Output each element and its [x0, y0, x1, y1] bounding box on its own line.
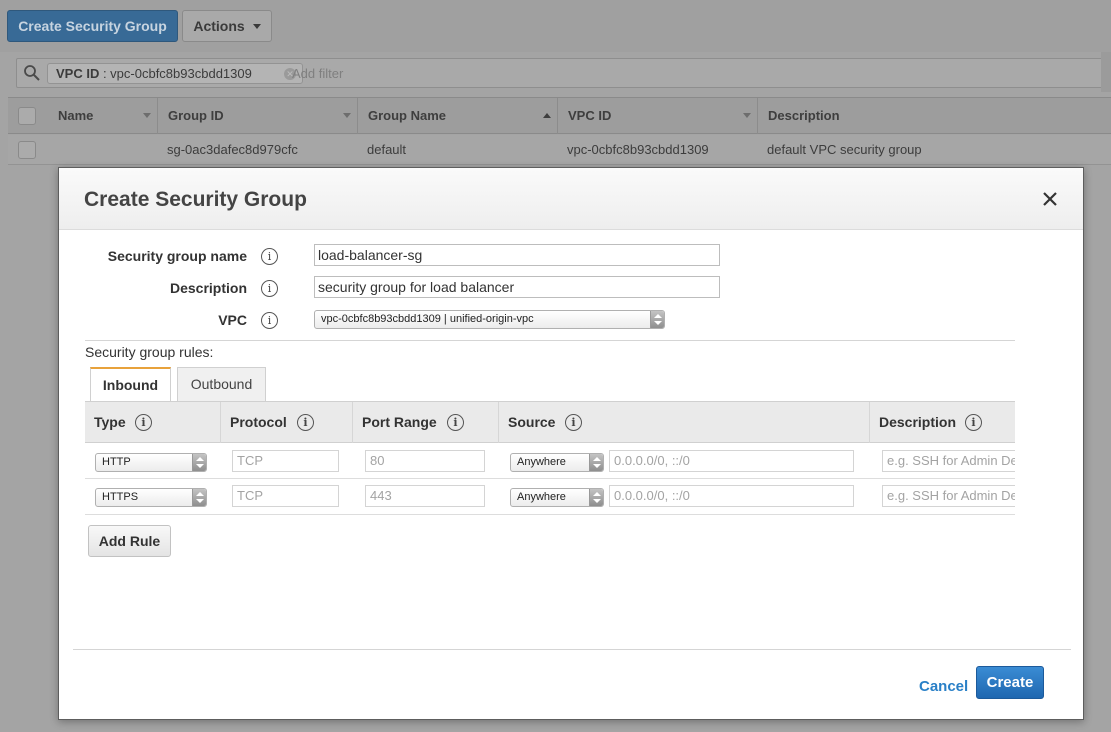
- sort-icon: [143, 113, 151, 118]
- divider: [85, 340, 1015, 341]
- cell-group-id: sg-0ac3dafec8d979cfc: [167, 142, 298, 157]
- column-header-group-name-label: Group Name: [368, 108, 447, 123]
- filter-bar[interactable]: VPC ID : vpc-0cbfc8b93cbdd1309 ✕ Add fil…: [16, 58, 1111, 88]
- rule-row: HTTPS TCP 443 Anywhere 0.0.0.0/0, ::/0 e…: [85, 479, 1015, 515]
- select-stepper-icon: [650, 311, 664, 328]
- sort-ascending-icon: [543, 113, 551, 118]
- column-header-vpc-id-label: VPC ID: [568, 108, 612, 123]
- column-header-vpc-id[interactable]: VPC ID: [558, 98, 758, 134]
- sort-icon: [343, 113, 351, 118]
- info-icon[interactable]: i: [261, 312, 278, 329]
- info-icon[interactable]: i: [135, 414, 152, 431]
- description-label: Description: [169, 280, 247, 296]
- security-group-name-label: Security group name: [107, 248, 247, 264]
- cell-description: default VPC security group: [767, 142, 922, 157]
- info-icon[interactable]: i: [565, 414, 582, 431]
- rules-column-type-label: Type: [94, 414, 126, 430]
- close-icon[interactable]: [1041, 190, 1059, 208]
- rule-cidr-input[interactable]: 0.0.0.0/0, ::/0: [609, 450, 854, 472]
- rule-port-range-field: 80: [365, 450, 485, 472]
- rules-column-source-label: Source: [508, 414, 556, 430]
- cell-group-name: default: [367, 142, 407, 157]
- rule-source-value: Anywhere: [517, 491, 566, 503]
- column-header-group-id-label: Group ID: [168, 108, 224, 123]
- create-button[interactable]: Create: [976, 666, 1044, 699]
- rules-column-source: Source i: [499, 402, 870, 443]
- rule-row: HTTP TCP 80 Anywhere 0.0.0.0/0, ::/0 e.g…: [85, 443, 1015, 479]
- rules-column-description-label: Description: [879, 414, 957, 430]
- rule-source-select[interactable]: Anywhere: [510, 488, 604, 507]
- select-stepper-icon: [589, 454, 603, 471]
- row-checkbox[interactable]: [18, 141, 36, 159]
- vpc-select[interactable]: vpc-0cbfc8b93cbdd1309 | unified-origin-v…: [314, 310, 665, 329]
- column-header-group-id[interactable]: Group ID: [158, 98, 358, 134]
- rule-type-select[interactable]: HTTPS: [95, 488, 207, 507]
- rules-column-description: Description i: [870, 402, 1015, 443]
- info-icon[interactable]: i: [965, 414, 982, 431]
- rule-type-value: HTTPS: [102, 491, 139, 503]
- rule-source-select[interactable]: Anywhere: [510, 453, 604, 472]
- tab-inbound[interactable]: Inbound: [90, 367, 171, 402]
- vpc-select-value: vpc-0cbfc8b93cbdd1309 | unified-origin-v…: [321, 313, 534, 325]
- cancel-button[interactable]: Cancel: [919, 678, 968, 695]
- filter-chip-vpc[interactable]: VPC ID : vpc-0cbfc8b93cbdd1309 ✕: [47, 63, 303, 84]
- description-input[interactable]: security group for load balancer: [314, 276, 720, 298]
- console-toolbar: Create Security Group Actions: [0, 0, 1111, 52]
- rules-column-port-range-label: Port Range: [362, 414, 437, 430]
- rule-type-select[interactable]: HTTP: [95, 453, 207, 472]
- actions-dropdown-button[interactable]: Actions: [182, 10, 272, 42]
- rule-port-range-field: 443: [365, 485, 485, 507]
- create-security-group-button[interactable]: Create Security Group: [7, 10, 178, 42]
- add-filter-placeholder[interactable]: Add filter: [292, 66, 343, 81]
- rule-type-value: HTTP: [102, 456, 131, 468]
- security-groups-table-header: Name Group ID Group Name VPC ID Descript…: [8, 97, 1111, 134]
- rule-description-input[interactable]: e.g. SSH for Admin Desktop: [882, 450, 1015, 472]
- search-icon: [24, 65, 40, 81]
- select-stepper-icon: [192, 454, 206, 471]
- column-header-description-label: Description: [768, 108, 840, 123]
- rule-cidr-input[interactable]: 0.0.0.0/0, ::/0: [609, 485, 854, 507]
- select-all-checkbox[interactable]: [18, 107, 36, 125]
- select-stepper-icon: [589, 489, 603, 506]
- inbound-rules-table: Type i Protocol i Port Range i Source i …: [85, 401, 1015, 517]
- dialog-header: Create Security Group: [59, 168, 1083, 230]
- info-icon[interactable]: i: [297, 414, 314, 431]
- create-security-group-dialog: Create Security Group Security group nam…: [58, 167, 1084, 720]
- add-rule-button[interactable]: Add Rule: [88, 525, 171, 557]
- actions-label: Actions: [193, 18, 245, 34]
- rule-protocol-field: TCP: [232, 485, 339, 507]
- column-header-name-label: Name: [58, 108, 94, 123]
- security-group-name-input[interactable]: load-balancer-sg: [314, 244, 720, 266]
- select-stepper-icon: [192, 489, 206, 506]
- rule-source-value: Anywhere: [517, 456, 566, 468]
- security-group-rules-label: Security group rules:: [85, 344, 214, 360]
- filter-chip-value: : vpc-0cbfc8b93cbdd1309: [99, 66, 252, 81]
- info-icon[interactable]: i: [261, 280, 278, 297]
- tab-outbound[interactable]: Outbound: [177, 367, 266, 401]
- rules-table-header: Type i Protocol i Port Range i Source i …: [85, 401, 1015, 443]
- filter-chip-key: VPC ID: [56, 66, 100, 81]
- divider: [73, 649, 1071, 650]
- rules-column-protocol-label: Protocol: [230, 414, 287, 430]
- column-header-name[interactable]: Name: [48, 98, 158, 134]
- table-row[interactable]: sg-0ac3dafec8d979cfc default vpc-0cbfc8b…: [8, 135, 1111, 165]
- rules-column-port-range: Port Range i: [353, 402, 499, 443]
- page-scrollbar[interactable]: [1101, 52, 1111, 92]
- sort-icon: [743, 113, 751, 118]
- rules-column-type: Type i: [85, 402, 221, 443]
- rule-protocol-field: TCP: [232, 450, 339, 472]
- vpc-label: VPC: [218, 312, 247, 328]
- cell-vpc-id: vpc-0cbfc8b93cbdd1309: [567, 142, 709, 157]
- dialog-title: Create Security Group: [84, 188, 307, 211]
- info-icon[interactable]: i: [261, 248, 278, 265]
- rule-description-input[interactable]: e.g. SSH for Admin Desktop: [882, 485, 1015, 507]
- column-header-group-name[interactable]: Group Name: [358, 98, 558, 134]
- chevron-down-icon: [252, 23, 261, 29]
- rules-column-protocol: Protocol i: [221, 402, 353, 443]
- column-header-description[interactable]: Description: [758, 98, 1111, 134]
- info-icon[interactable]: i: [447, 414, 464, 431]
